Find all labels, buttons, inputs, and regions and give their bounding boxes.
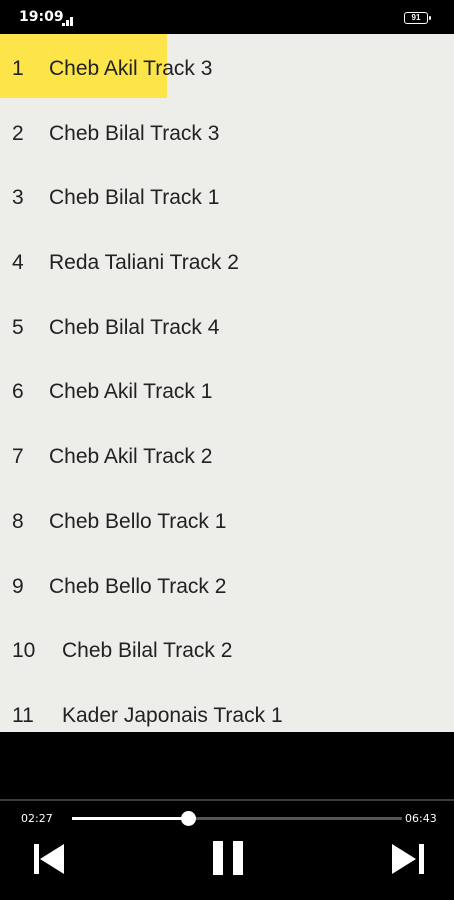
track-item[interactable]: 10 Cheb Bilal Track 2 bbox=[0, 616, 454, 681]
track-item[interactable]: 8 Cheb Bello Track 1 bbox=[0, 487, 454, 552]
track-number: 9 bbox=[12, 574, 24, 598]
track-number: 11 bbox=[12, 703, 34, 727]
track-number: 2 bbox=[12, 121, 24, 145]
track-item[interactable]: 6 Cheb Akil Track 1 bbox=[0, 357, 454, 422]
seek-thumb[interactable] bbox=[180, 811, 196, 826]
track-item[interactable]: 9 Cheb Bello Track 2 bbox=[0, 552, 454, 617]
track-number: 3 bbox=[12, 186, 24, 210]
track-item[interactable]: 3 Cheb Bilal Track 1 bbox=[0, 163, 454, 228]
track-title: Cheb Bilal Track 4 bbox=[49, 315, 220, 339]
pause-button[interactable] bbox=[212, 841, 244, 875]
track-title: Cheb Bello Track 1 bbox=[49, 509, 227, 533]
track-title: Reda Taliani Track 2 bbox=[49, 251, 239, 275]
track-number: 7 bbox=[12, 445, 24, 469]
track-number: 1 bbox=[12, 57, 24, 80]
track-title: Kader Japonais Track 1 bbox=[62, 703, 283, 727]
track-number: 4 bbox=[12, 251, 24, 275]
track-title: Cheb Akil Track 1 bbox=[49, 380, 213, 404]
battery-icon: 91 bbox=[404, 12, 431, 24]
track-item[interactable]: 1 Cheb Akil Track 3 bbox=[0, 34, 454, 99]
track-item[interactable]: 4 Reda Taliani Track 2 bbox=[0, 228, 454, 293]
seek-bar[interactable] bbox=[72, 811, 402, 826]
track-number: 5 bbox=[12, 315, 24, 339]
track-number: 6 bbox=[12, 380, 24, 404]
current-time: 02:27 bbox=[21, 812, 53, 825]
track-item[interactable]: 2 Cheb Bilal Track 3 bbox=[0, 99, 454, 164]
track-item[interactable]: 11 Kader Japonais Track 1 bbox=[0, 681, 454, 732]
track-title: Cheb Bilal Track 3 bbox=[49, 121, 220, 145]
previous-button[interactable] bbox=[34, 842, 66, 876]
track-number: 10 bbox=[12, 639, 36, 663]
track-title: Cheb Bilal Track 1 bbox=[49, 186, 220, 210]
total-time: 06:43 bbox=[405, 812, 437, 825]
status-bar: 19:09 91 bbox=[0, 0, 454, 34]
player-divider bbox=[0, 799, 454, 801]
track-title: Cheb Bilal Track 2 bbox=[62, 639, 233, 663]
seek-progress bbox=[72, 817, 188, 820]
player-bar: 02:27 06:43 bbox=[0, 732, 454, 900]
track-item[interactable]: 7 Cheb Akil Track 2 bbox=[0, 422, 454, 487]
track-title: Cheb Bello Track 2 bbox=[49, 574, 227, 598]
track-number: 8 bbox=[12, 509, 24, 533]
track-item[interactable]: 5 Cheb Bilal Track 4 bbox=[0, 293, 454, 358]
track-title: Cheb Akil Track 2 bbox=[49, 445, 213, 469]
status-time: 19:09 bbox=[19, 9, 64, 25]
track-list[interactable]: 1 Cheb Akil Track 3 2 Cheb Bilal Track 3 3 Ch… bbox=[0, 34, 454, 732]
track-title: Cheb Akil Track 3 bbox=[49, 57, 213, 80]
battery-level: 91 bbox=[411, 13, 421, 22]
signal-icon bbox=[62, 14, 80, 26]
next-button[interactable] bbox=[392, 842, 424, 876]
